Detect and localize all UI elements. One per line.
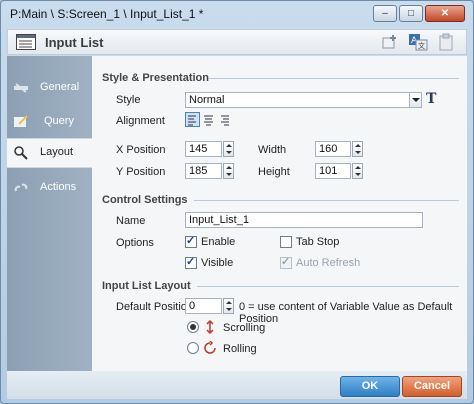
dialog-header: Input List A 文 — [7, 29, 467, 55]
sidebar-item-label: Query — [44, 115, 74, 127]
tab-stop-checkbox[interactable] — [280, 236, 292, 248]
style-dropdown[interactable]: Normal — [185, 92, 411, 108]
sidebar-item-query[interactable]: Query — [7, 108, 92, 136]
section-divider — [194, 200, 459, 201]
chevron-down-icon — [412, 98, 420, 102]
query-icon — [14, 115, 28, 127]
height-stepper[interactable] — [352, 163, 363, 179]
layout-panel: Style & Presentation Style Normal T Alig… — [92, 56, 467, 371]
input-list-dialog: P:Main \ S:Screen_1 \ Input_List_1 * – □… — [0, 0, 474, 404]
title-bar[interactable]: P:Main \ S:Screen_1 \ Input_List_1 * – □… — [1, 1, 473, 27]
alignment-label: Alignment — [116, 115, 165, 127]
name-label: Name — [116, 215, 146, 227]
maximize-button[interactable]: □ — [399, 5, 423, 22]
text-style-icon: T — [426, 91, 437, 107]
height-label: Height — [258, 166, 290, 178]
svg-text:文: 文 — [418, 41, 425, 50]
dialog-title: Input List — [45, 35, 104, 50]
rolling-radio[interactable] — [187, 342, 199, 354]
style-dropdown-button[interactable] — [409, 92, 422, 108]
ok-button[interactable]: OK — [340, 376, 400, 397]
y-position-value: 185 — [189, 165, 208, 177]
enable-checkbox[interactable] — [185, 234, 197, 248]
scrolling-radio[interactable] — [187, 321, 199, 333]
actions-icon — [14, 183, 28, 192]
x-position-label: X Position — [116, 144, 166, 156]
visible-checkbox[interactable] — [185, 255, 197, 269]
align-left-icon — [188, 115, 196, 126]
width-value: 160 — [319, 143, 338, 155]
general-icon — [14, 83, 28, 93]
rolling-label: Rolling — [223, 343, 257, 355]
sidebar-item-label: Actions — [40, 181, 77, 193]
width-stepper[interactable] — [352, 141, 363, 157]
cancel-button[interactable]: Cancel — [402, 376, 462, 397]
alignment-group — [185, 112, 232, 128]
width-input[interactable]: 160 — [315, 141, 351, 157]
align-right-button[interactable] — [217, 112, 232, 127]
y-position-input[interactable]: 185 — [185, 163, 222, 179]
style-label: Style — [116, 94, 141, 106]
window-title: P:Main \ S:Screen_1 \ Input_List_1 * — [10, 7, 204, 21]
auto-refresh-checkbox[interactable] — [280, 255, 292, 269]
y-position-label: Y Position — [116, 166, 166, 178]
x-position-stepper[interactable] — [223, 141, 234, 157]
section-control-settings: Control Settings — [102, 194, 188, 206]
height-input[interactable]: 101 — [315, 163, 351, 179]
align-center-button[interactable] — [201, 112, 216, 127]
default-position-value: 0 — [189, 300, 196, 312]
sidebar-item-label: Layout — [40, 146, 74, 158]
rolling-icon — [204, 341, 216, 354]
maximize-icon: □ — [407, 8, 415, 19]
scrolling-icon — [206, 320, 214, 334]
section-style-presentation: Style & Presentation — [102, 72, 209, 84]
align-left-button[interactable] — [185, 112, 200, 127]
sidebar-item-actions[interactable]: Actions — [7, 174, 92, 202]
height-value: 101 — [319, 165, 338, 177]
close-icon: ✕ — [440, 8, 450, 19]
dialog-footer: OK Cancel — [7, 371, 467, 399]
options-label: Options — [116, 237, 154, 249]
clipboard-icon[interactable] — [436, 33, 456, 51]
name-value: Input_List_1 — [189, 214, 249, 226]
x-position-value: 145 — [189, 143, 208, 155]
width-label: Width — [258, 144, 287, 156]
default-position-stepper[interactable] — [223, 298, 234, 314]
sidebar-item-label: General — [40, 81, 80, 93]
auto-refresh-label: Auto Refresh — [296, 257, 361, 269]
section-input-list-layout: Input List Layout — [102, 280, 191, 292]
minimize-button[interactable]: – — [373, 5, 397, 22]
layout-icon — [14, 146, 28, 160]
default-position-label: Default Position — [116, 301, 194, 313]
minimize-icon: – — [382, 8, 388, 19]
scrolling-label: Scrolling — [223, 322, 266, 334]
default-position-input[interactable]: 0 — [185, 298, 222, 314]
align-center-icon — [204, 115, 213, 126]
style-value: Normal — [189, 94, 225, 106]
section-divider — [197, 286, 459, 287]
add-icon[interactable] — [380, 33, 400, 51]
text-style-button[interactable]: T — [426, 91, 442, 108]
close-button[interactable]: ✕ — [425, 5, 465, 22]
enable-label: Enable — [201, 236, 236, 248]
sidebar-item-general[interactable]: General — [7, 74, 92, 102]
x-position-input[interactable]: 145 — [185, 141, 222, 157]
default-position-hint: 0 = use content of Variable Value as Def… — [239, 301, 453, 325]
translate-icon[interactable]: A 文 — [408, 33, 428, 51]
sidebar: General Query Layout Actions — [7, 56, 92, 371]
sidebar-item-layout[interactable]: Layout — [7, 138, 92, 168]
section-divider — [209, 78, 459, 79]
input-list-icon — [16, 34, 36, 50]
y-position-stepper[interactable] — [223, 163, 234, 179]
visible-label: Visible — [201, 257, 234, 269]
name-input[interactable]: Input_List_1 — [185, 212, 423, 228]
tab-stop-label: Tab Stop — [296, 236, 340, 248]
align-right-icon — [221, 115, 229, 126]
